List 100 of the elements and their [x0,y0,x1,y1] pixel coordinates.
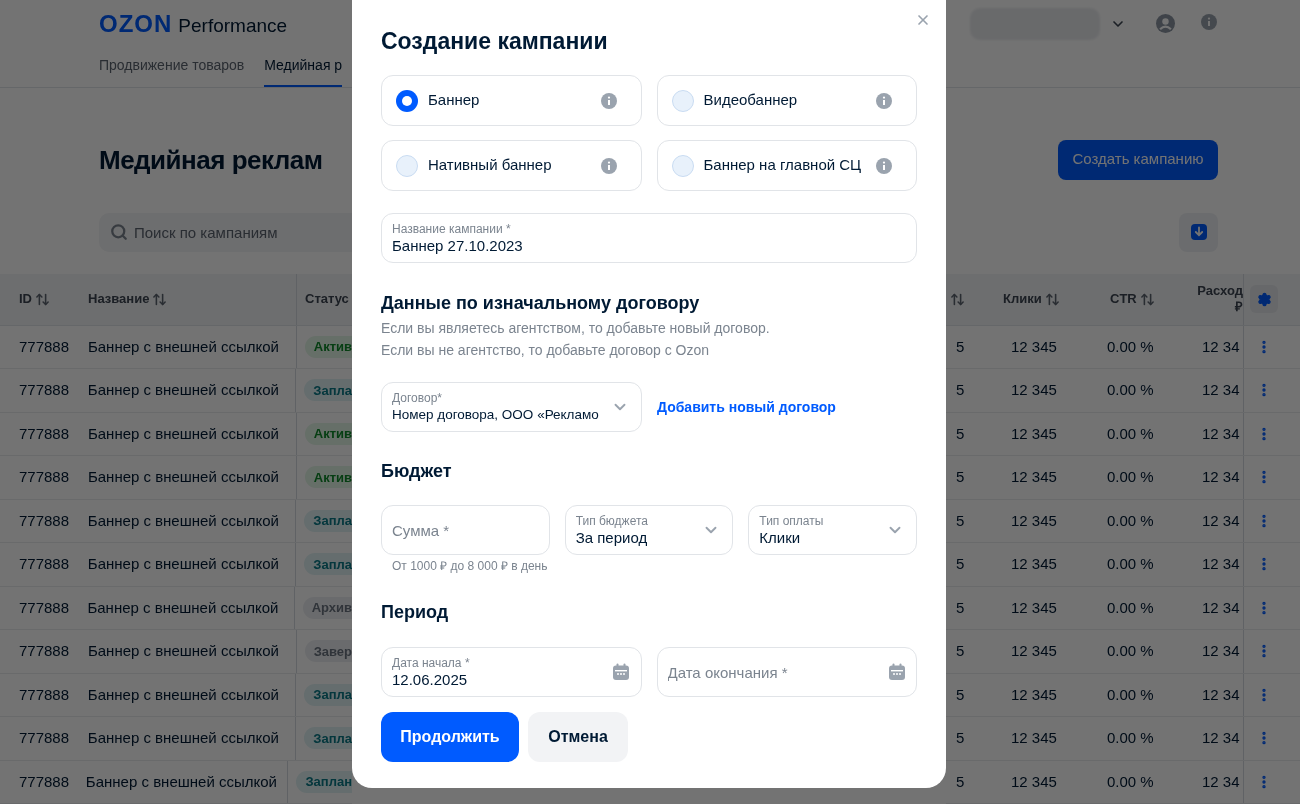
sort-icon[interactable] [35,291,50,307]
table-cell-text: 5 [955,510,966,531]
table-cell-text: 777888 [18,597,71,618]
table-cell-text: Баннер с внешней ссылкой [87,336,279,357]
status-badge: Запла [304,727,352,750]
status-badge: Запла [304,509,352,532]
table-cell-text: 5 [955,684,966,705]
table-cell-text: 0.00 % [1106,336,1155,357]
table-cell-text: Баннер с внешней ссылкой [87,510,279,531]
contract-select[interactable]: Договор* Номер договора, ООО «Рекламо [381,382,642,432]
table-cell-text: 0.00 % [1106,554,1155,574]
table-cell-text: 777888 [18,336,71,357]
user-icon[interactable] [1156,14,1175,33]
logo-product: Performance [178,14,288,38]
table-cell-text: 777888 [18,510,71,531]
column-header[interactable]: Название [88,289,150,309]
table-cell-text: 777888 [18,423,71,444]
table-cell-text: 5 [955,728,966,748]
download-icon [1190,224,1207,241]
table-cell-text: 12 345 [1010,771,1058,792]
info-icon[interactable] [600,92,617,109]
settings-button[interactable] [1250,285,1278,314]
hint-text: Если вы являетесь агентством, то добавьте новый договор. [381,319,771,338]
table-cell-text: Баннер с внешней ссылкой [87,641,279,661]
table-cell-text: 777888 [18,771,71,792]
add-contract-link[interactable]: Добавить новый договор [657,396,836,418]
option-label: Баннер на главной СЦ [703,155,863,176]
field-value: Клики [759,527,802,547]
radio-button[interactable] [671,154,694,177]
table-cell-text: 12 345 [1010,597,1058,618]
sort-icon[interactable] [1044,291,1060,307]
column-header[interactable]: Клики [1003,291,1042,308]
sort-icon[interactable] [1139,291,1155,307]
option-label: Баннер [428,90,481,111]
nav-tab[interactable]: Продвижение товаров [99,54,245,87]
radio-button[interactable] [396,154,418,177]
table-cell-text: Баннер с внешней ссылкой [87,423,279,444]
table-cell-text: 777888 [18,684,71,705]
select-field[interactable]: Тип бюджета За период [564,505,734,555]
status-badge: Запла [304,683,352,706]
status-badge: Актив [304,335,352,358]
close-icon [915,12,931,28]
status-badge: Актив [304,466,352,489]
field-label: Тип оплаты [759,513,825,528]
section-heading: Данные по изначальному договору [381,292,701,315]
table-cell-text: 12 345 [1010,467,1058,487]
table-cell-text: 12 34 [1201,728,1240,748]
format-option[interactable]: Баннер [381,75,642,126]
sort-icon[interactable] [950,291,965,307]
search-field[interactable]: Поиск по кампаниям [99,212,352,252]
format-option[interactable]: Видеобаннер [656,75,917,126]
table-cell-text: 12 345 [1010,684,1058,705]
nav-tab[interactable]: Медийная р [264,54,343,87]
table-cell-text: 5 [955,597,966,618]
date-field[interactable]: Дата начала * 12.06.2025 [381,647,642,697]
format-option[interactable]: Нативный баннер [381,140,642,191]
field-value: 12.06.2025 [392,670,469,689]
status-badge: Запла [304,379,352,402]
field-label: Тип бюджета [575,513,649,528]
search-icon [110,222,128,241]
logo-brand: OZON [99,11,173,37]
download-button[interactable] [1179,212,1218,252]
logo[interactable]: OZON Performance [99,11,352,39]
table-cell-text: 777888 [18,554,71,574]
calendar-icon[interactable] [888,663,906,681]
table-cell-text: 12 34 [1201,336,1240,357]
calendar-icon[interactable] [611,663,630,681]
table-cell-text: 0.00 % [1106,467,1155,487]
table-cell-text: 12 34 [1201,554,1240,574]
page-title: Медийная реклам [99,143,324,177]
table-cell-text: 12 345 [1010,336,1058,357]
radio-button[interactable] [396,89,418,112]
format-option[interactable]: Баннер на главной СЦ [656,140,917,191]
info-icon[interactable] [600,157,617,174]
table-cell-text: 12 345 [1010,554,1058,574]
column-header[interactable]: Статус [305,289,349,309]
sort-icon[interactable] [152,291,168,307]
table-cell-text: 0.00 % [1106,728,1155,748]
continue-button[interactable]: Продолжить [381,712,519,762]
select-field[interactable]: Тип оплаты Клики [748,505,917,555]
radio-button[interactable] [671,89,694,112]
field-label: Название кампании * [392,221,512,236]
table-cell-text: 0.00 % [1106,684,1155,705]
table-cell-text: Баннер с внешней ссылкой [87,467,279,487]
field-value: Номер договора, ООО «Рекламо [392,405,600,424]
table-cell-text: 5 [955,554,966,574]
table-cell-text: 0.00 % [1106,423,1155,444]
create-campaign-button[interactable]: Создать кампанию [1058,139,1218,180]
cancel-button[interactable]: Отмена [528,712,628,762]
column-header[interactable]: ID [19,289,32,309]
amount-field[interactable]: Сумма * [381,505,550,555]
info-icon[interactable] [876,92,892,109]
campaign-name-field[interactable]: Название кампании * Баннер 27.10.2023 [381,213,917,263]
column-header[interactable]: Расход ₽ [1196,283,1243,316]
info-icon[interactable] [1201,14,1217,30]
info-icon[interactable] [876,157,892,174]
table-cell-text: 5 [955,641,966,661]
date-field[interactable]: Дата окончания * [656,647,917,697]
column-header[interactable]: CTR [1110,291,1137,308]
table-cell-text: 0.00 % [1106,510,1155,531]
